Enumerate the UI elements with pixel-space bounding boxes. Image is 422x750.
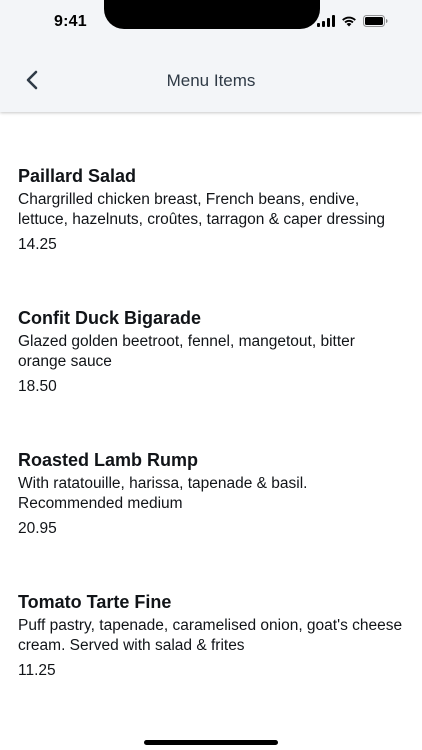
device-notch <box>104 0 320 29</box>
battery-icon <box>363 15 388 27</box>
menu-item[interactable]: Paillard Salad Chargrilled chicken breas… <box>18 165 404 255</box>
menu-item-name: Roasted Lamb Rump <box>18 450 199 470</box>
page-title: Menu Items <box>166 71 256 90</box>
menu-item-price: 14.25 <box>18 236 57 253</box>
cellular-signal-icon <box>317 15 335 27</box>
status-bar: 9:41 <box>0 0 422 44</box>
status-icons <box>317 15 388 27</box>
home-indicator[interactable] <box>144 740 278 745</box>
menu-item[interactable]: Roasted Lamb Rump With ratatouille, hari… <box>18 449 404 539</box>
menu-item-name: Confit Duck Bigarade <box>18 308 202 328</box>
menu-item-description: Chargrilled chicken breast, French beans… <box>18 191 386 228</box>
menu-content: Paillard Salad Chargrilled chicken breas… <box>0 112 422 750</box>
top-area: 9:41 Menu Items <box>0 0 422 112</box>
menu-item-description: Glazed golden beetroot, fennel, mangetou… <box>18 333 355 370</box>
menu-item-price: 11.25 <box>18 662 56 679</box>
menu-item-name: Paillard Salad <box>18 166 137 186</box>
navigation-bar: Menu Items <box>0 44 422 112</box>
menu-item-price: 18.50 <box>18 378 57 395</box>
menu-item-price: 20.95 <box>18 520 57 537</box>
menu-item-description: With ratatouille, harissa, tapenade & ba… <box>18 475 308 512</box>
wifi-icon <box>341 15 357 27</box>
menu-item-description: Puff pastry, tapenade, caramelised onion… <box>18 617 403 654</box>
menu-item[interactable]: Tomato Tarte Fine Puff pastry, tapenade,… <box>18 591 404 681</box>
status-time: 9:41 <box>54 13 87 30</box>
menu-item-name: Tomato Tarte Fine <box>18 592 172 612</box>
menu-list: Paillard Salad Chargrilled chicken breas… <box>18 165 404 733</box>
menu-item[interactable]: Confit Duck Bigarade Glazed golden beetr… <box>18 307 404 397</box>
